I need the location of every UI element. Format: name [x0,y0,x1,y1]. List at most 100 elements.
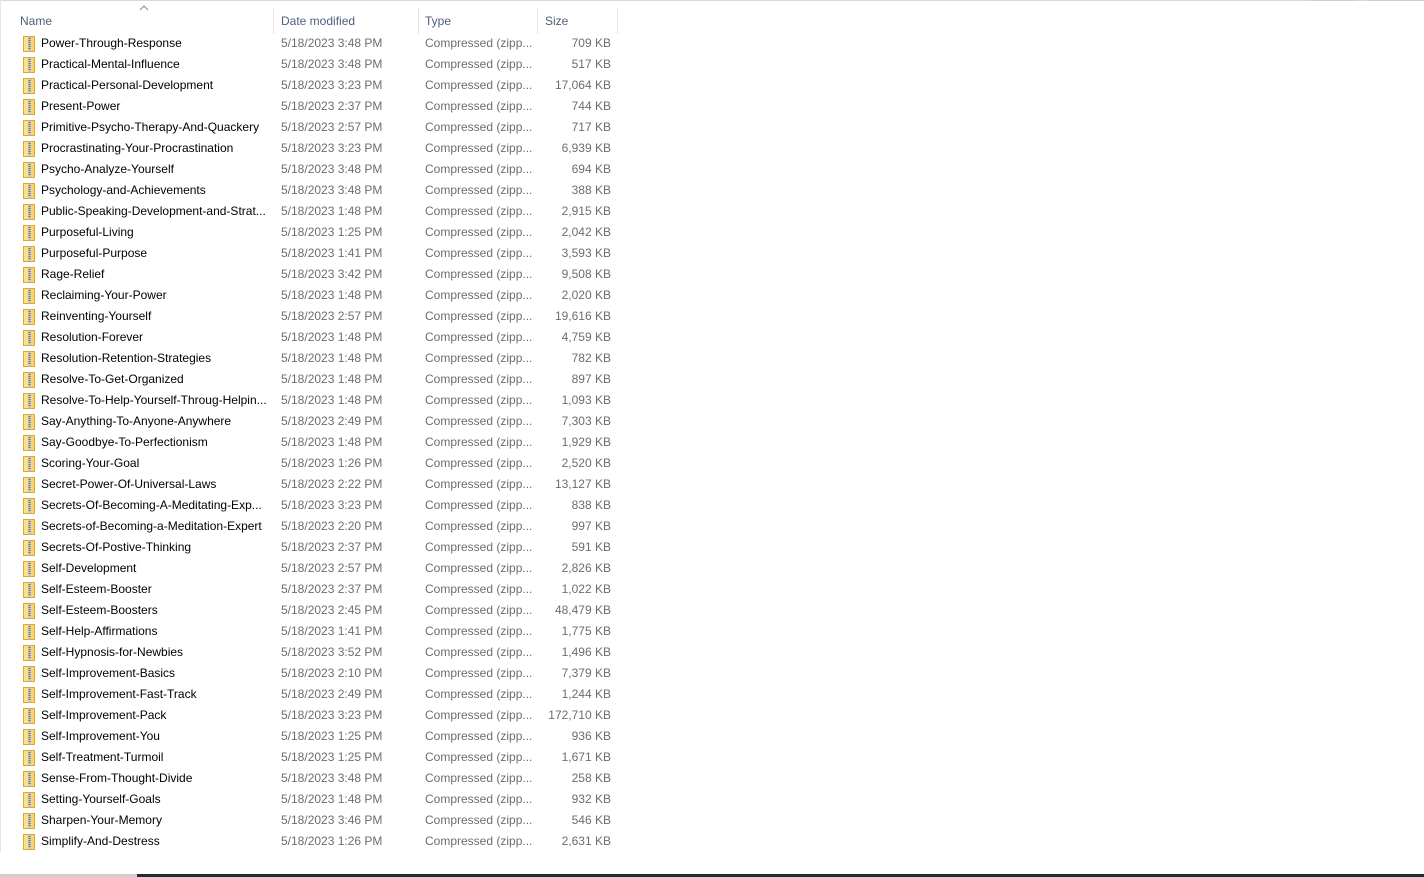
file-name[interactable]: Secret-Power-Of-Universal-Laws [41,474,269,495]
column-resize-handle[interactable] [273,8,274,34]
file-type: Compressed (zipp... [425,540,533,554]
file-row[interactable]: Sense-From-Thought-Divide 5/18/2023 3:48 … [0,768,620,789]
file-type: Compressed (zipp... [425,225,533,239]
file-name[interactable]: Psycho-Analyze-Yourself [41,159,269,180]
column-header-type[interactable]: Type [419,8,537,34]
file-row[interactable]: Setting-Yourself-Goals 5/18/2023 1:48 PM C… [0,789,620,810]
file-row[interactable]: Simplify-And-Destress 5/18/2023 1:26 PM Co… [0,831,620,852]
file-row[interactable]: Say-Anything-To-Anyone-Anywhere 5/18/2023… [0,411,620,432]
file-type: Compressed (zipp... [425,162,533,176]
file-row[interactable]: Resolution-Retention-Strategies 5/18/2023… [0,348,620,369]
file-row[interactable]: Secrets-of-Becoming-a-Meditation-Expert 5… [0,516,620,537]
file-row[interactable]: Self-Improvement-Fast-Track 5/18/2023 2:4… [0,684,620,705]
file-name[interactable]: Self-Esteem-Boosters [41,600,269,621]
file-name[interactable]: Power-Through-Response [41,33,269,54]
file-row[interactable]: Purposeful-Living 5/18/2023 1:25 PM Compre… [0,222,620,243]
file-row[interactable]: Secret-Power-Of-Universal-Laws 5/18/2023 … [0,474,620,495]
column-header-size[interactable]: Size [539,8,617,34]
file-name[interactable]: Resolution-Forever [41,327,269,348]
toolbar-edge [1310,0,1355,1]
file-size: 897 KB [571,372,611,386]
file-size: 782 KB [571,351,611,365]
file-name[interactable]: Secrets-Of-Becoming-A-Meditating-Exp... [41,495,269,516]
file-row[interactable]: Procrastinating-Your-Procrastination 5/18… [0,138,620,159]
file-row[interactable]: Primitive-Psycho-Therapy-And-Quackery 5/1… [0,117,620,138]
column-header-name[interactable]: Name [14,8,273,34]
file-row[interactable]: Practical-Personal-Development 5/18/2023 … [0,75,620,96]
file-name[interactable]: Resolve-To-Help-Yourself-Throug-Helpin..… [41,390,269,411]
file-name[interactable]: Self-Improvement-Basics [41,663,269,684]
file-type: Compressed (zipp... [425,729,533,743]
file-name[interactable]: Psychology-and-Achievements [41,180,269,201]
file-row[interactable]: Self-Development 5/18/2023 2:57 PM Compres… [0,558,620,579]
file-name[interactable]: Purposeful-Purpose [41,243,269,264]
column-header-date-modified[interactable]: Date modified [275,8,418,34]
file-size: 2,042 KB [561,225,611,239]
file-name[interactable]: Secrets-Of-Postive-Thinking [41,537,269,558]
file-row[interactable]: Rage-Relief 5/18/2023 3:42 PM Compressed (… [0,264,620,285]
file-date-modified: 5/18/2023 2:57 PM [281,120,383,134]
file-row[interactable]: Secrets-Of-Postive-Thinking 5/18/2023 2:3… [0,537,620,558]
file-name[interactable]: Practical-Mental-Influence [41,54,269,75]
column-header-bar: Name Date modified Type Size [0,5,620,34]
file-name[interactable]: Self-Esteem-Booster [41,579,269,600]
file-row[interactable]: Power-Through-Response 5/18/2023 3:48 PM C… [0,33,620,54]
file-size: 936 KB [571,729,611,743]
file-name[interactable]: Setting-Yourself-Goals [41,789,269,810]
file-name[interactable]: Self-Hypnosis-for-Newbies [41,642,269,663]
file-row[interactable]: Self-Esteem-Boosters 5/18/2023 2:45 PM Com… [0,600,620,621]
file-name[interactable]: Say-Anything-To-Anyone-Anywhere [41,411,269,432]
zip-folder-icon [23,540,35,556]
file-row[interactable]: Self-Help-Affirmations 5/18/2023 1:41 PM C… [0,621,620,642]
file-name[interactable]: Resolve-To-Get-Organized [41,369,269,390]
file-row[interactable]: Reinventing-Yourself 5/18/2023 2:57 PM Com… [0,306,620,327]
file-row[interactable]: Resolution-Forever 5/18/2023 1:48 PM Compr… [0,327,620,348]
file-row[interactable]: Resolve-To-Get-Organized 5/18/2023 1:48 P… [0,369,620,390]
file-row[interactable]: Psychology-and-Achievements 5/18/2023 3:4… [0,180,620,201]
file-name[interactable]: Scoring-Your-Goal [41,453,269,474]
file-name[interactable]: Sharpen-Your-Memory [41,810,269,831]
file-row[interactable]: Practical-Mental-Influence 5/18/2023 3:48… [0,54,620,75]
file-row[interactable]: Purposeful-Purpose 5/18/2023 1:41 PM Compr… [0,243,620,264]
file-name[interactable]: Public-Speaking-Development-and-Strat... [41,201,269,222]
file-name[interactable]: Simplify-And-Destress [41,831,269,852]
file-row[interactable]: Present-Power 5/18/2023 2:37 PM Compressed… [0,96,620,117]
file-name[interactable]: Secrets-of-Becoming-a-Meditation-Expert [41,516,269,537]
column-resize-handle[interactable] [617,8,618,34]
file-row[interactable]: Resolve-To-Help-Yourself-Throug-Helpin..… [0,390,620,411]
file-row[interactable]: Self-Improvement-Pack 5/18/2023 3:23 PM Co… [0,705,620,726]
file-name[interactable]: Self-Development [41,558,269,579]
file-row[interactable]: Self-Improvement-You 5/18/2023 1:25 PM Com… [0,726,620,747]
file-type: Compressed (zipp... [425,246,533,260]
file-row[interactable]: Self-Hypnosis-for-Newbies 5/18/2023 3:52 … [0,642,620,663]
file-name[interactable]: Self-Improvement-You [41,726,269,747]
file-name[interactable]: Purposeful-Living [41,222,269,243]
file-name[interactable]: Reclaiming-Your-Power [41,285,269,306]
file-name[interactable]: Primitive-Psycho-Therapy-And-Quackery [41,117,269,138]
file-row[interactable]: Sharpen-Your-Memory 5/18/2023 3:46 PM Comp… [0,810,620,831]
file-row[interactable]: Public-Speaking-Development-and-Strat...… [0,201,620,222]
file-row[interactable]: Self-Improvement-Basics 5/18/2023 2:10 PM… [0,663,620,684]
file-row[interactable]: Self-Esteem-Booster 5/18/2023 2:37 PM Comp… [0,579,620,600]
file-row[interactable]: Say-Goodbye-To-Perfectionism 5/18/2023 1:… [0,432,620,453]
file-name[interactable]: Resolution-Retention-Strategies [41,348,269,369]
file-date-modified: 5/18/2023 3:48 PM [281,183,383,197]
file-name[interactable]: Self-Improvement-Pack [41,705,269,726]
file-name[interactable]: Reinventing-Yourself [41,306,269,327]
file-name[interactable]: Rage-Relief [41,264,269,285]
file-name[interactable]: Say-Goodbye-To-Perfectionism [41,432,269,453]
file-row[interactable]: Scoring-Your-Goal 5/18/2023 1:26 PM Compre… [0,453,620,474]
file-type: Compressed (zipp... [425,141,533,155]
file-name[interactable]: Sense-From-Thought-Divide [41,768,269,789]
file-name[interactable]: Present-Power [41,96,269,117]
file-name[interactable]: Procrastinating-Your-Procrastination [41,138,269,159]
file-name[interactable]: Self-Improvement-Fast-Track [41,684,269,705]
file-name[interactable]: Self-Treatment-Turmoil [41,747,269,768]
file-row[interactable]: Psycho-Analyze-Yourself 5/18/2023 3:48 PM… [0,159,620,180]
file-name[interactable]: Self-Help-Affirmations [41,621,269,642]
file-row[interactable]: Reclaiming-Your-Power 5/18/2023 1:48 PM Co… [0,285,620,306]
file-row[interactable]: Secrets-Of-Becoming-A-Meditating-Exp... 5… [0,495,620,516]
column-resize-handle[interactable] [537,8,538,34]
file-name[interactable]: Practical-Personal-Development [41,75,269,96]
file-row[interactable]: Self-Treatment-Turmoil 5/18/2023 1:25 PM C… [0,747,620,768]
